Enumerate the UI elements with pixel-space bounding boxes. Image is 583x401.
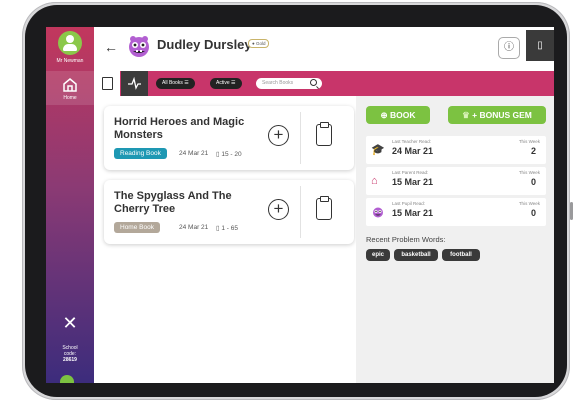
book-card[interactable]: Horrid Heroes and Magic Monsters Reading… xyxy=(104,106,354,170)
search-icon xyxy=(310,79,317,86)
divider xyxy=(300,112,301,164)
sidebar-item-home[interactable]: Home xyxy=(46,71,94,105)
info-icon: ⓘ xyxy=(504,42,514,53)
book-icon xyxy=(102,77,113,90)
monster-avatar xyxy=(129,36,149,57)
school-code-value: 28619 xyxy=(63,357,77,363)
toolbar: All Books ☰ Active ☰ Search Books xyxy=(94,71,554,96)
active-filter[interactable]: Active ☰ xyxy=(210,78,242,89)
tab-books[interactable] xyxy=(94,71,120,96)
sidebar: Mr Newman Home ✕ School code: 28619 xyxy=(46,27,94,383)
tab-activity[interactable] xyxy=(121,71,148,96)
add-read-button[interactable]: + xyxy=(268,125,289,146)
bonus-gem-button[interactable]: ♛ + BONUS GEM xyxy=(448,106,546,124)
app-screen: Mr Newman Home ✕ School code: 28619 ← Du… xyxy=(46,27,554,383)
search-input[interactable]: Search Books xyxy=(256,78,322,89)
pulse-icon xyxy=(128,76,141,90)
add-book-button[interactable]: ⊕ BOOK xyxy=(366,106,430,124)
teacher-name: Mr Newman xyxy=(56,58,84,64)
house-icon: ⌂ xyxy=(371,175,378,187)
teacher-read-stat: 🎓 Last Teacher Read: 24 Mar 21 This Week… xyxy=(366,136,546,164)
problem-word-chip[interactable]: epic xyxy=(366,249,390,261)
panel-toggle-button[interactable]: ▯ xyxy=(526,30,554,61)
all-books-filter[interactable]: All Books ☰ xyxy=(156,78,195,89)
book-type-tag: Reading Book xyxy=(114,148,167,159)
problem-word-chip[interactable]: basketball xyxy=(394,249,438,261)
sidebar-item-label: Home xyxy=(63,95,77,101)
pupil-name: Dudley Dursley xyxy=(157,37,252,52)
reading-panel: ⊕ BOOK ♛ + BONUS GEM 🎓 Last Teacher Read… xyxy=(356,96,554,383)
pupil-read-stat: Last Pupil Read: 15 Mar 21 This Week 0 xyxy=(366,198,546,226)
graduation-cap-icon: 🎓 xyxy=(371,144,385,156)
clipboard-icon[interactable] xyxy=(316,196,332,220)
menu-icon: ☰ xyxy=(184,80,189,86)
clipboard-icon[interactable] xyxy=(316,122,332,146)
book-list: Horrid Heroes and Magic Monsters Reading… xyxy=(94,96,356,383)
close-icon[interactable]: ✕ xyxy=(60,313,80,333)
gem-icon: ♛ xyxy=(462,110,470,120)
back-arrow-icon[interactable]: ← xyxy=(104,39,118,55)
plus-circle-icon: ⊕ xyxy=(380,110,388,120)
book-type-tag: Home Book xyxy=(114,222,160,233)
book-title: Horrid Heroes and Magic Monsters xyxy=(114,116,245,141)
info-button[interactable]: ⓘ xyxy=(498,37,520,59)
book-date: 24 Mar 21 xyxy=(179,224,209,231)
teacher-avatar[interactable] xyxy=(58,31,82,55)
level-badge: ● Gold xyxy=(248,39,270,48)
book-title: The Spyglass And The Cherry Tree xyxy=(114,190,232,215)
problem-word-chip[interactable]: football xyxy=(442,249,480,261)
school-code: School code: 28619 xyxy=(46,345,94,363)
header: ← Dudley Dursley ● Gold ⓘ ▯ xyxy=(94,27,554,71)
divider xyxy=(300,186,301,238)
parent-read-stat: ⌂ Last Parent Read: 15 Mar 21 This Week … xyxy=(366,167,546,195)
home-icon xyxy=(63,78,77,92)
book-pages: ▯ 1 - 65 xyxy=(216,225,239,232)
add-read-button[interactable]: + xyxy=(268,199,289,220)
menu-icon: ☰ xyxy=(231,80,236,86)
book-pages: ▯ 15 - 20 xyxy=(216,151,242,158)
book-card[interactable]: The Spyglass And The Cherry Tree Home Bo… xyxy=(104,180,354,244)
panel-icon: ▯ xyxy=(537,40,543,51)
leaf-icon xyxy=(60,375,74,383)
problem-words-title: Recent Problem Words: xyxy=(366,235,446,244)
monster-icon xyxy=(373,207,383,218)
side-button xyxy=(570,202,573,220)
book-date: 24 Mar 21 xyxy=(179,150,209,157)
